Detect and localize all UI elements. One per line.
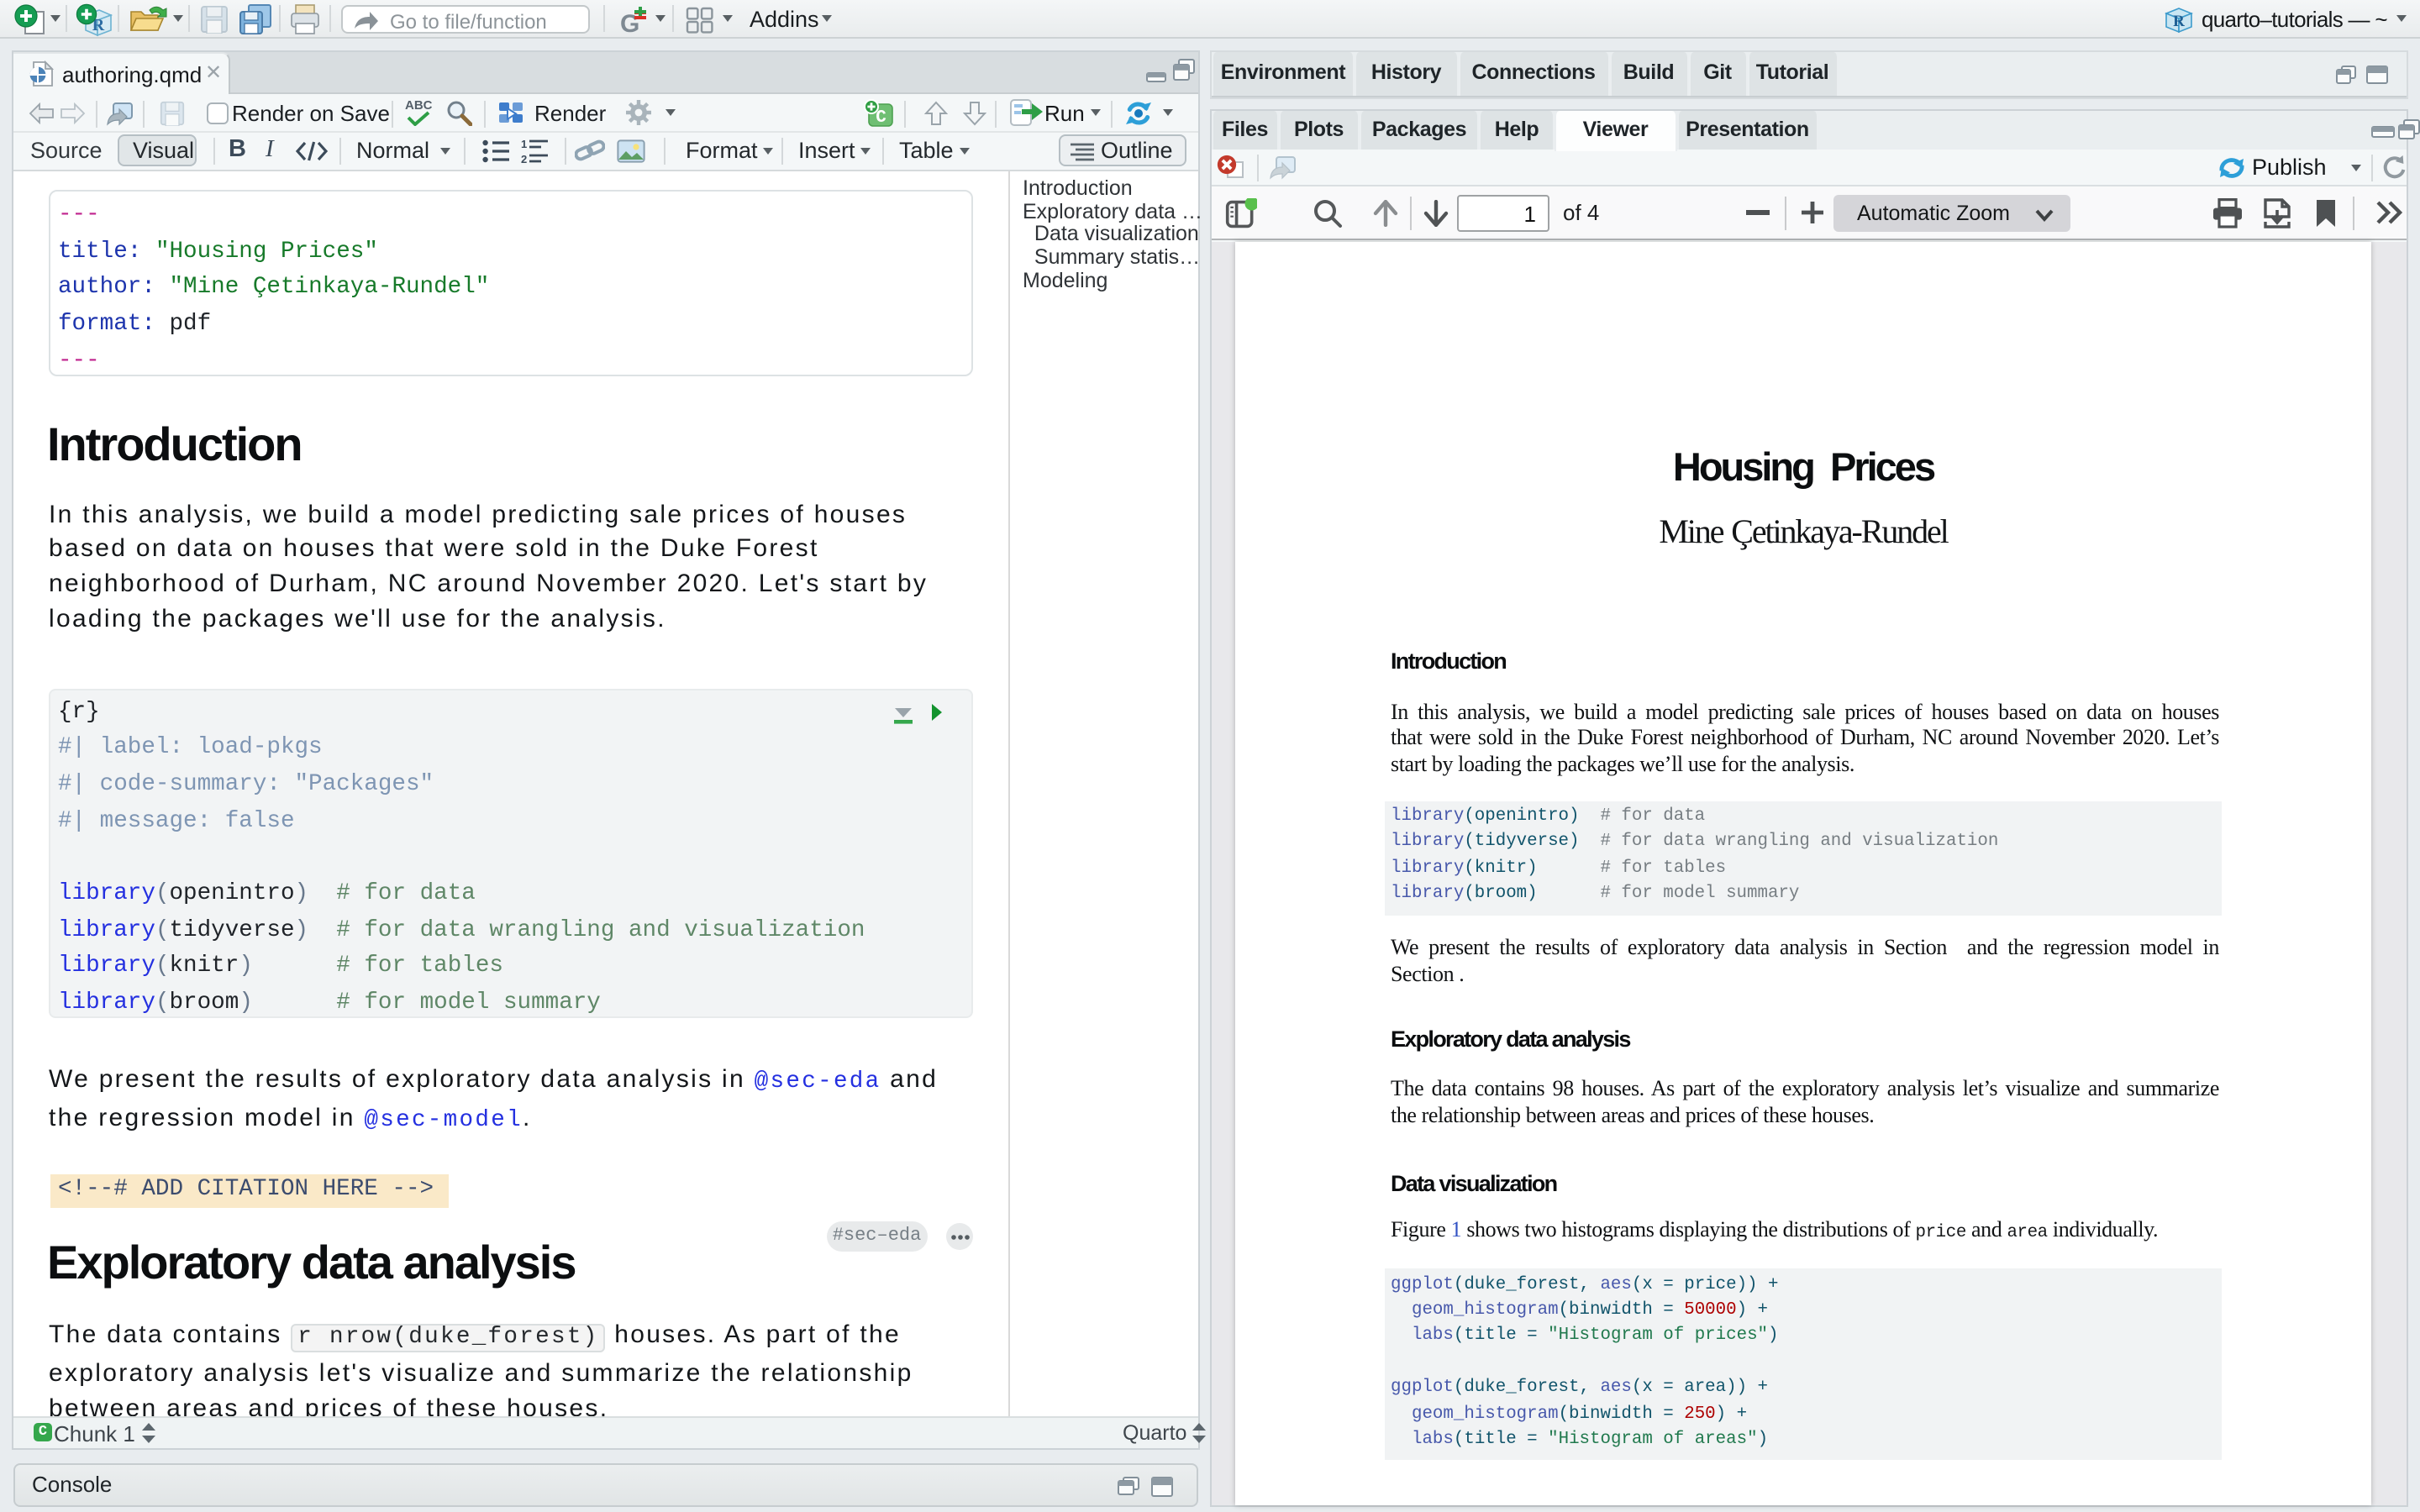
svg-text:C: C — [875, 108, 886, 127]
svg-text:2: 2 — [521, 152, 527, 164]
svg-text:R: R — [2173, 12, 2185, 29]
svg-text:1: 1 — [521, 137, 527, 150]
